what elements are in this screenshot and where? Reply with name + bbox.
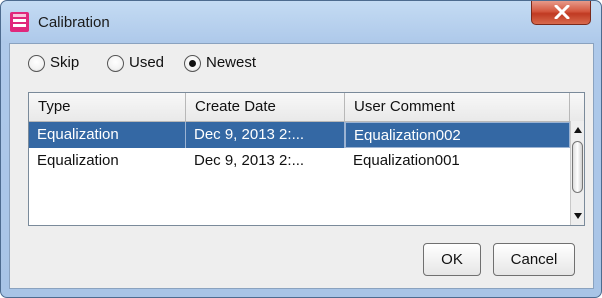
radio-used-circle[interactable] [107,55,124,72]
radio-used-label: Used [129,54,165,71]
cancel-button[interactable]: Cancel [493,243,575,276]
cell-user-comment: Equalization002 [345,122,570,148]
column-header-create-date[interactable]: Create Date [186,93,345,121]
scrollbar-thumb[interactable] [572,141,583,193]
cell-create-date: Dec 9, 2013 2:... [186,122,345,148]
close-button[interactable] [531,1,591,25]
calibration-app-icon [10,12,29,32]
table-row[interactable]: Equalization Dec 9, 2013 2:... Equalizat… [29,148,570,174]
column-header-type[interactable]: Type [29,93,186,121]
radio-skip-circle[interactable] [28,55,45,72]
cell-type: Equalization [37,152,119,169]
radio-skip-label: Skip [50,54,80,71]
close-icon [554,5,570,19]
cell-user-comment: Equalization001 [353,152,460,169]
mode-radio-group: Skip Used Newest [10,53,595,75]
table-vertical-scrollbar[interactable] [570,121,584,225]
radio-newest-circle[interactable] [184,55,201,72]
calibration-table: Type Create Date User Comment Equalizati… [28,92,585,226]
dialog-content: Skip Used Newest Type Create Date User C… [9,43,594,289]
cell-create-date: Dec 9, 2013 2:... [194,152,305,169]
window-title: Calibration [38,14,110,31]
calibration-dialog: Calibration Skip Used Newest Type Create… [0,0,602,298]
ok-button[interactable]: OK [423,243,481,276]
scroll-up-arrow-icon[interactable] [571,123,584,137]
radio-newest-label: Newest [206,54,257,71]
table-row[interactable]: Equalization Dec 9, 2013 2:... Equalizat… [29,122,570,148]
table-header: Type Create Date User Comment [29,93,584,122]
radio-selected-dot [189,60,196,67]
title-bar[interactable]: Calibration [1,1,601,43]
column-header-user-comment[interactable]: User Comment [345,93,570,121]
cell-type: Equalization [29,122,186,148]
scroll-down-arrow-icon[interactable] [571,209,584,223]
